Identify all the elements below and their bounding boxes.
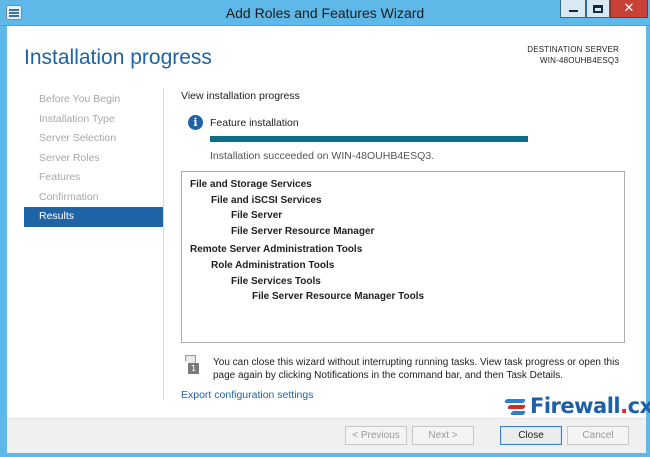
nav-divider (163, 88, 164, 400)
feature-installation-label: Feature installation (210, 117, 299, 129)
installation-status-text: Installation succeeded on WIN-48OUHB4ESQ… (210, 150, 435, 162)
installation-progress-bar (210, 136, 528, 142)
list-item: Remote Server Administration Tools (190, 244, 363, 256)
nav-item-before-you-begin: Before You Begin (39, 93, 121, 105)
section-heading: View installation progress (181, 90, 300, 102)
export-configuration-link[interactable]: Export configuration settings (181, 389, 314, 401)
cancel-button[interactable]: Cancel (567, 426, 629, 445)
nav-item-confirmation: Confirmation (39, 190, 99, 203)
list-item: File Services Tools (231, 275, 321, 287)
window-title: Add Roles and Features Wizard (225, 5, 425, 21)
close-wizard-note: You can close this wizard without interr… (213, 357, 620, 381)
page-title: Installation progress (24, 46, 212, 69)
nav-item-installation-type: Installation Type (39, 112, 115, 125)
previous-button[interactable]: < Previous (345, 426, 407, 445)
maximize-icon (593, 4, 603, 13)
wizard-app-icon (6, 5, 22, 20)
list-item: File Server (231, 210, 283, 222)
destination-server-label: DESTINATION SERVER (527, 45, 619, 54)
list-item: File and iSCSI Services (211, 194, 322, 206)
wizard-steps-nav: Before You Begin Installation Type Serve… (24, 90, 163, 227)
minimize-button[interactable] (560, 0, 586, 18)
notification-flag-icon: 1 (184, 355, 200, 375)
list-item: File Server Resource Manager (231, 226, 375, 238)
nav-item-results[interactable]: Results (24, 207, 163, 227)
nav-item-server-roles: Server Roles (39, 151, 100, 164)
nav-item-server-selection: Server Selection (39, 132, 117, 144)
destination-server-value: WIN-48OUHB4ESQ3 (539, 56, 619, 65)
title-bar: Add Roles and Features Wizard ✕ (0, 0, 650, 26)
nav-item-features: Features (39, 171, 81, 183)
close-window-button[interactable]: ✕ (610, 0, 648, 18)
maximize-button[interactable] (586, 0, 610, 18)
firewall-cx-watermark: Firewall.cx (504, 393, 650, 419)
close-icon: ✕ (623, 1, 635, 16)
minimize-icon (568, 10, 578, 12)
progress-fill (210, 136, 528, 142)
next-button[interactable]: Next > (412, 426, 474, 445)
notification-count-badge: 1 (188, 363, 199, 374)
list-item: File Server Resource Manager Tools (252, 291, 425, 303)
list-item: File and Storage Services (190, 179, 312, 190)
info-icon: i (188, 115, 203, 130)
list-item: Role Administration Tools (211, 259, 335, 271)
firewall-logo-icon (504, 398, 528, 415)
installed-features-list[interactable]: File and Storage Services File and iSCSI… (181, 171, 625, 343)
close-button[interactable]: Close (500, 426, 562, 445)
watermark-text: Firewall.cx (530, 394, 650, 418)
